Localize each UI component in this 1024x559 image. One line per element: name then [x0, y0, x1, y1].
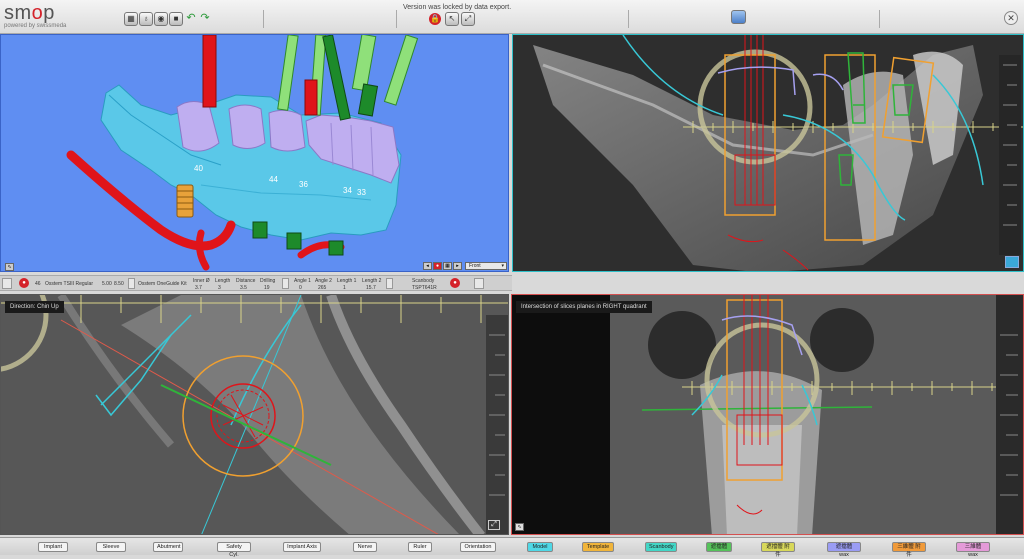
chevron-down-icon: ▾	[501, 263, 504, 269]
tooth-label-34: 34	[343, 186, 352, 195]
app-logo: smop	[4, 2, 55, 24]
lock-icon[interactable]: 🔒	[429, 13, 441, 25]
length-value: 3	[218, 285, 221, 291]
toggle-layer-2-button[interactable]: 遮擋體 附件	[761, 542, 795, 558]
view-next-icon[interactable]: ▸	[453, 262, 462, 270]
angle2-label: Angle 2	[315, 278, 332, 284]
layer-toolbar: Implant Sleeve Abutment Safety Cyl. Impl…	[0, 537, 1024, 558]
axial-ct-view[interactable]: Direction: Chin Up ⤢	[0, 294, 509, 535]
toggle-layer-5-button[interactable]: 三維體wax	[956, 542, 990, 558]
status-extra-icon[interactable]	[474, 278, 484, 289]
implant-diameter: 5.00	[102, 281, 112, 287]
3d-model-view[interactable]: 40 44 36 34 33 ⬁ ◂ ● ▦ ▸ Front ▾	[0, 34, 509, 272]
distance-value: 3.5	[240, 285, 247, 291]
toggle-layer-3-button[interactable]: 遮擋體wax	[827, 542, 861, 558]
angle1-label: Angle 1	[294, 278, 311, 284]
toggle-orientation-button[interactable]: Orientation	[460, 542, 496, 552]
toolbar-divider	[263, 10, 264, 28]
toggle-scanbody-button[interactable]: Scanbody	[645, 542, 677, 552]
axial-scene	[1, 295, 508, 534]
toolbar-divider	[628, 10, 629, 28]
implant-name: Osstem TSIII Regular	[45, 281, 93, 287]
save-icon[interactable]: ▦	[124, 12, 138, 26]
view-select-value: Front	[469, 263, 481, 269]
length-label: Length	[215, 278, 231, 284]
lock-message: Version was locked by data export.	[403, 4, 512, 11]
coronal-intersection-label: Intersection of slices planes in RIGHT q…	[516, 301, 652, 313]
status-collapse-icon[interactable]	[2, 278, 12, 289]
toggle-layer-1-button[interactable]: 遮擋體	[706, 542, 732, 552]
tooth-label-36: 36	[299, 180, 308, 189]
view-prev-icon[interactable]: ◂	[423, 262, 432, 270]
distance-label: Distance	[236, 278, 256, 284]
toggle-abutment-button[interactable]: Abutment	[153, 542, 183, 552]
app-window: smop powered by swissmeda ▦ ♁ ◉ ■ ↶ ↷ Ve…	[0, 0, 1024, 558]
implant-lock-icon[interactable]: ●	[19, 278, 29, 288]
implant-number: 46	[35, 281, 41, 287]
view-select[interactable]: Front ▾	[465, 262, 507, 270]
scanbody-lock-icon[interactable]: ●	[450, 278, 460, 288]
sagittal-ct-view[interactable]	[512, 34, 1024, 272]
toggle-implant-button[interactable]: Implant	[38, 542, 68, 552]
sagittal-scene	[513, 35, 1023, 271]
length1-label: Length 1	[337, 278, 357, 284]
angle1-value: 0	[299, 285, 302, 291]
ruler-icon	[386, 278, 393, 289]
toggle-sleeve-button[interactable]: Sleeve	[96, 542, 126, 552]
length2-value: 15.7	[366, 285, 376, 291]
angle2-value: 265	[318, 285, 327, 291]
measure-tool-icon[interactable]: ⤢	[461, 12, 475, 26]
toggle-model-button[interactable]: Model	[527, 542, 553, 552]
camera-icon[interactable]: ■	[169, 12, 183, 26]
pointer-tool-icon[interactable]: ↖	[445, 12, 459, 26]
toolbar-divider	[879, 10, 880, 28]
coronal-corner-icon[interactable]: ⬁	[515, 523, 524, 531]
toolbar-divider	[396, 10, 397, 28]
sagittal-corner-icon[interactable]	[1005, 256, 1019, 268]
tooth-label-44: 44	[269, 175, 278, 184]
tooth-label-40: 40	[194, 164, 203, 173]
toggle-template-button[interactable]: Template	[582, 542, 614, 552]
light-bulb-icon[interactable]: ♁	[139, 12, 153, 26]
toggle-nerve-button[interactable]: Nerve	[353, 542, 377, 552]
layout-icon[interactable]	[731, 10, 746, 24]
scanbody-value: TSPT641R	[412, 285, 437, 291]
scanbody-label: Scanbody	[412, 278, 435, 284]
powered-by-text: powered by swissmeda	[4, 23, 67, 29]
length1-value: 1	[343, 285, 346, 291]
coronal-ct-view[interactable]: Intersection of slices planes in RIGHT q…	[511, 294, 1024, 535]
implant-length: 8.50	[114, 281, 124, 287]
view-grid-icon[interactable]: ▦	[443, 262, 452, 270]
angle-icon	[282, 278, 289, 289]
redo-arrow-icon[interactable]: ↷	[199, 13, 211, 24]
eye-icon[interactable]: ◉	[154, 12, 168, 26]
undo-arrow-icon[interactable]: ↶	[185, 13, 197, 24]
toggle-implant-axis-button[interactable]: Implant Axis	[283, 542, 321, 552]
inner-d-value: 3.7	[195, 285, 202, 291]
drilling-value: 19	[264, 285, 270, 291]
view-lock-icon[interactable]: ●	[433, 262, 442, 270]
toggle-layer-4-button[interactable]: 三維體 附件	[892, 542, 926, 558]
coronal-scene	[512, 295, 1023, 534]
implant-status-row: ● 46 Osstem TSIII Regular 5.00 8.50 Osst…	[0, 275, 512, 291]
toggle-safety-cylinder-button[interactable]: Safety Cyl.	[217, 542, 251, 558]
toggle-ruler-button[interactable]: Ruler	[408, 542, 432, 552]
drilling-label: Drilling	[260, 278, 276, 284]
axial-direction-label: Direction: Chin Up	[5, 301, 64, 313]
sleeve-icon	[128, 278, 135, 289]
tooth-label-33: 33	[357, 188, 366, 197]
resize-icon[interactable]: ⬁	[5, 263, 14, 271]
expand-icon[interactable]: ⤢	[488, 520, 500, 530]
close-icon[interactable]: ✕	[1004, 11, 1018, 25]
3d-scene: 40 44 36 34 33	[66, 35, 419, 271]
length2-label: Length 2	[362, 278, 382, 284]
top-toolbar: smop powered by swissmeda ▦ ♁ ◉ ■ ↶ ↷ Ve…	[0, 0, 1024, 34]
guide-kit: Osstem OneGuide Kit	[138, 281, 187, 287]
inner-d-label: Inner Ø	[193, 278, 210, 284]
